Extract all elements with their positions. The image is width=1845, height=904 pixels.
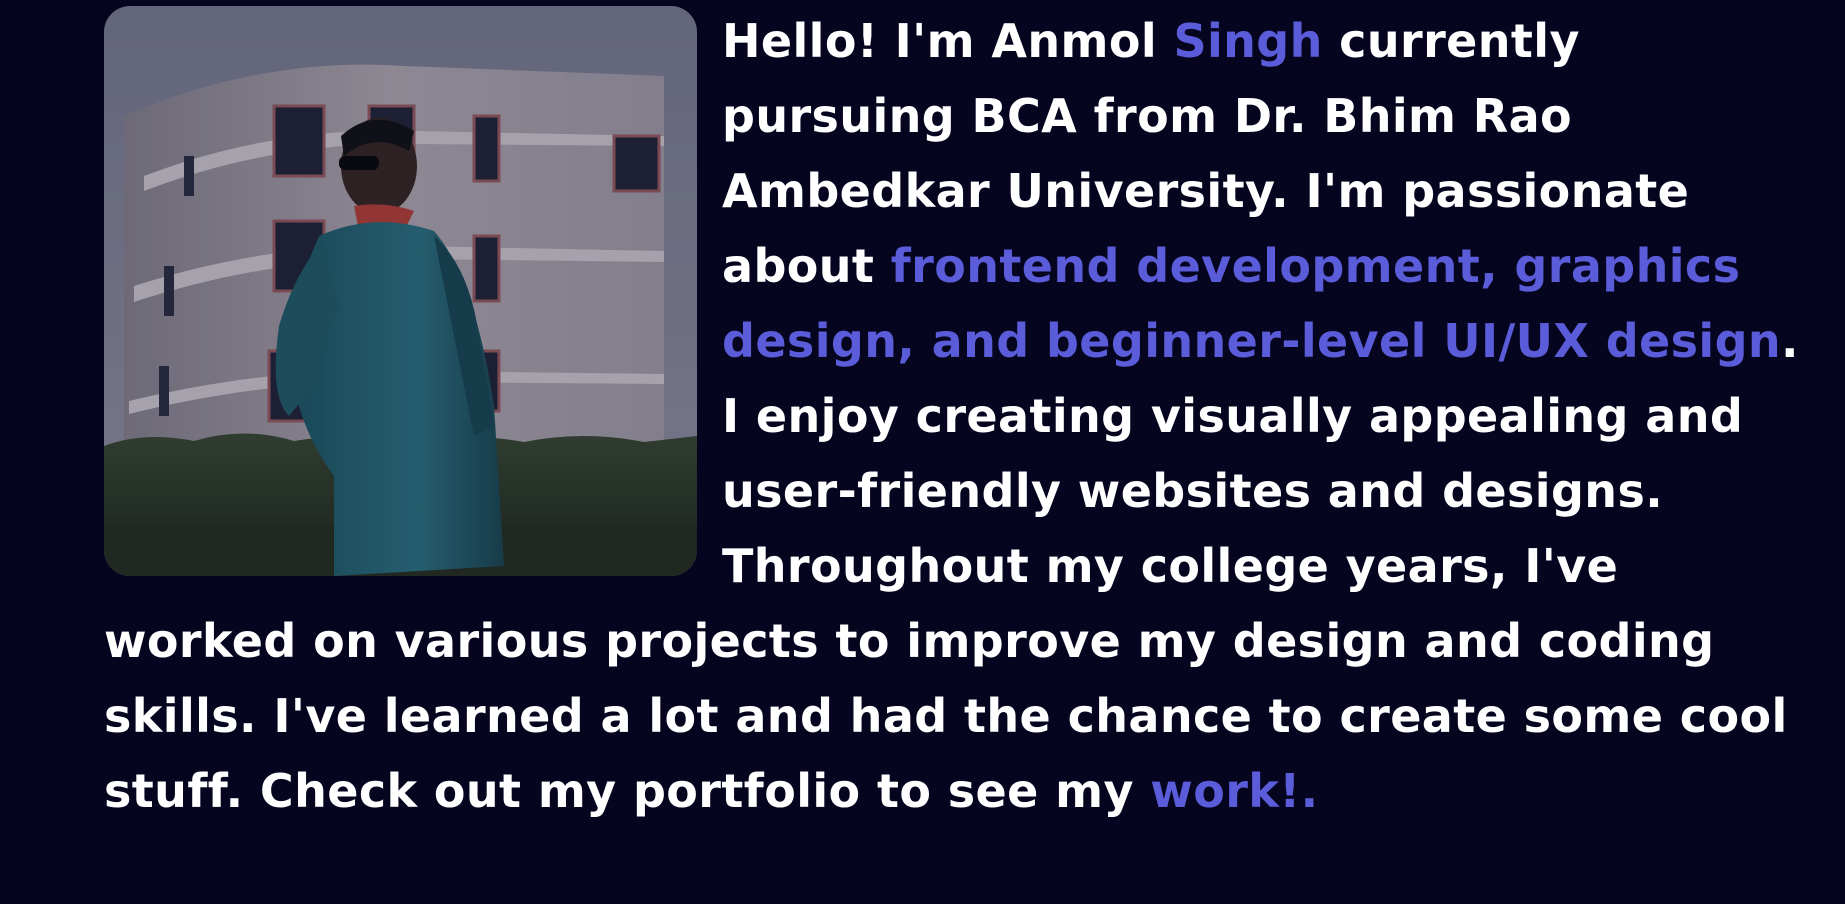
about-text-work: work!. (1150, 764, 1319, 818)
about-section: Hello! I'm Anmol Singh currently pursuin… (104, 4, 1804, 829)
profile-photo (104, 6, 697, 576)
about-text-intro: Hello! I'm Anmol (722, 14, 1174, 68)
about-text-name: Singh (1173, 14, 1323, 68)
